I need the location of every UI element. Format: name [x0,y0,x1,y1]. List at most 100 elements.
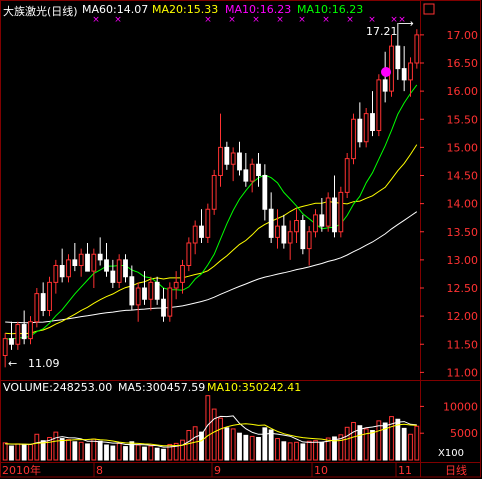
candle-body[interactable] [351,118,356,160]
chart-annotations: 17.21 ⟶ ← 11.09 [8,3,435,370]
candle-body[interactable] [91,253,97,272]
candle-body[interactable] [34,293,40,323]
candle-body[interactable] [268,208,274,238]
candle-body[interactable] [142,287,147,300]
candle-body[interactable] [85,253,90,272]
price-tick-label: 16.50 [447,57,479,70]
high-price-label: 17.21 [366,25,398,38]
volume-bar [319,441,325,461]
candle-body[interactable] [275,225,280,238]
candle-body[interactable] [408,62,413,81]
candle-body[interactable] [414,34,420,64]
candle-body[interactable] [66,259,71,278]
candle-body[interactable] [376,79,382,131]
volume-bar [243,434,249,461]
candle-body[interactable] [110,270,116,283]
high-price-arrow-icon: ⟶ [398,17,414,30]
candle-body[interactable] [262,175,268,210]
candle-body[interactable] [389,45,394,92]
candle-body[interactable] [306,231,312,250]
volume-ma5-value: MA5:300457.59 [118,381,206,394]
volume-bar [211,408,217,461]
candle-body[interactable] [344,158,350,193]
candle-body[interactable] [224,146,230,165]
candle-body[interactable] [325,197,331,227]
volume-bar [91,438,97,461]
month-label: 8 [96,464,103,477]
candle-body[interactable] [192,225,198,244]
candle-body[interactable] [135,287,141,306]
candle-body[interactable] [104,259,109,272]
volume-bar [97,440,103,461]
candle-body[interactable] [332,197,337,233]
price-tick-label: 13.00 [447,254,479,267]
candle-body[interactable] [370,113,375,131]
candle-body[interactable] [180,265,185,283]
candle-body[interactable] [338,191,344,233]
candle-body[interactable] [401,68,407,81]
price-tick-label: 14.50 [447,170,479,183]
month-label: 9 [214,464,221,477]
volume-bar [408,433,413,461]
candle-body[interactable] [173,281,179,289]
candle-body[interactable] [167,287,173,317]
volume-bar [281,441,287,461]
volume-bar [9,445,14,461]
candle-body[interactable] [218,146,223,176]
candle-body[interactable] [256,163,261,176]
signal-x-icon: × [368,15,376,25]
candle-body[interactable] [40,293,46,311]
candle-body[interactable] [363,113,369,143]
candle-body[interactable] [53,265,59,283]
candle-body[interactable] [129,276,135,306]
candlesticks[interactable] [2,23,420,368]
volume-bar [53,431,59,461]
candle-body[interactable] [59,265,65,278]
candle-body[interactable] [395,45,401,70]
candle-body[interactable] [249,163,255,182]
candle-body[interactable] [116,259,122,283]
candle-body[interactable] [357,118,363,143]
volume-bar [249,435,255,461]
candle-body[interactable] [199,225,204,238]
price-axis: 17.00 16.50 16.00 15.50 15.00 14.50 14.00 13.50… [0,29,478,477]
period-button[interactable]: 日线 [445,463,467,477]
candle-body[interactable] [382,79,388,92]
candle-body[interactable] [15,324,21,345]
candle-body[interactable] [78,253,84,266]
candle-body[interactable] [123,259,128,278]
candle-body[interactable] [154,281,160,300]
price-tick-label: 11.50 [447,338,479,351]
month-label: 2010年 [2,463,41,477]
candle-body[interactable] [230,152,236,165]
volume-bar [34,433,40,461]
candle-body[interactable] [28,321,33,340]
candle-body[interactable] [294,220,299,233]
candle-body[interactable] [148,281,154,300]
volume-bar [85,443,90,461]
volume-bar [306,440,312,461]
candle-body[interactable] [9,338,14,345]
candle-body[interactable] [211,175,217,210]
candle-body[interactable] [205,208,211,238]
candle-body[interactable] [287,231,293,244]
candle-body[interactable] [186,242,192,266]
volume-bar [262,427,268,461]
candle-body[interactable] [300,220,306,250]
candle-body[interactable] [281,225,287,244]
candle-body[interactable] [243,169,249,182]
candle-body[interactable] [47,281,52,311]
volume-unit-label: X100 [438,448,464,459]
signal-x-icon: × [298,15,306,25]
candle-body[interactable] [313,214,318,233]
kline-chart[interactable]: × × × × × × × × × × × × 17.0016.5016.0015.5015.0014… [0,0,482,479]
candle-body[interactable] [161,298,166,317]
candle-body[interactable] [237,152,242,171]
candle-body[interactable] [2,338,8,356]
volume-tick-label: 10000 [443,400,478,413]
candle-body[interactable] [97,253,103,261]
candle-body[interactable] [21,324,27,340]
maximize-icon[interactable] [423,3,435,15]
candle-body[interactable] [319,214,325,227]
candle-body[interactable] [72,259,78,266]
